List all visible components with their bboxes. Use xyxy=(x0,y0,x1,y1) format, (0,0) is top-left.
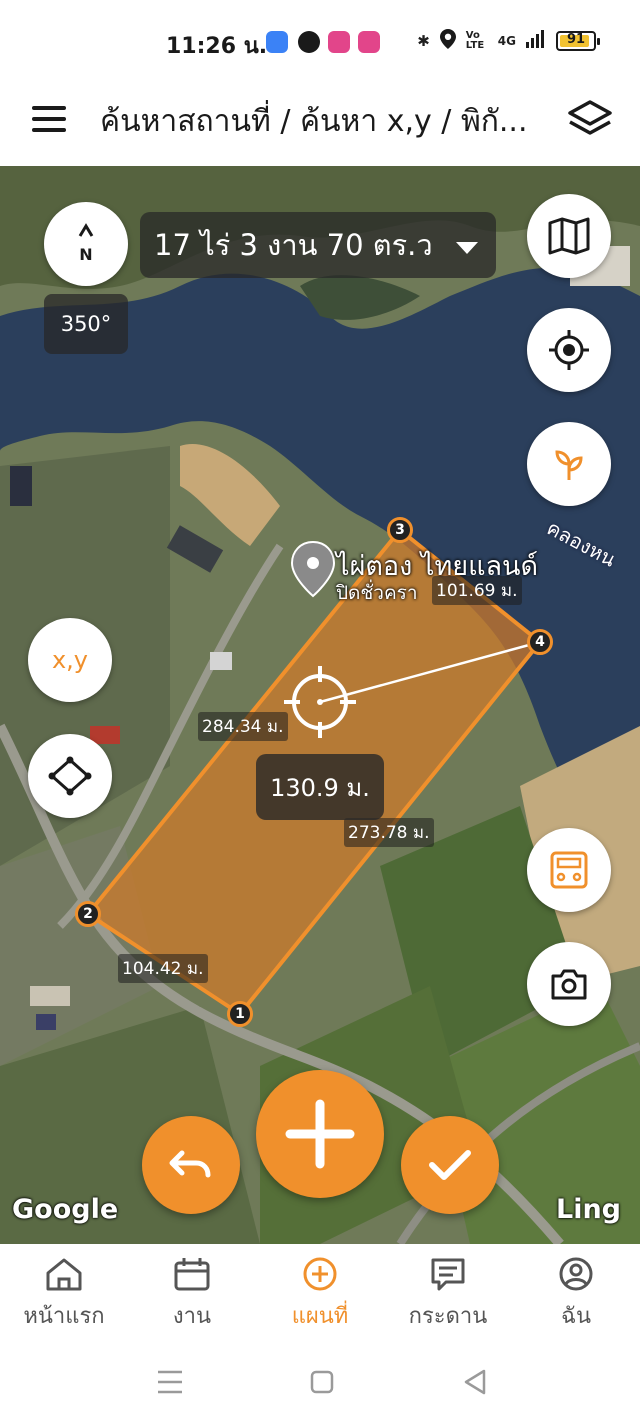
camera-button[interactable] xyxy=(527,942,611,1026)
layers-icon[interactable] xyxy=(566,98,614,142)
area-summary-dropdown[interactable]: 17 ไร่ 3 งาน 70 ตร.ว xyxy=(140,212,496,278)
bearing-badge: 350° xyxy=(44,294,128,354)
signal-icon xyxy=(526,30,546,52)
plus-circle-icon xyxy=(303,1257,337,1291)
nav-board-label: กระดาน xyxy=(408,1304,488,1329)
profile-icon xyxy=(559,1257,593,1291)
map-type-button[interactable] xyxy=(527,194,611,278)
nav-profile-label: ฉัน xyxy=(560,1304,592,1329)
undo-button[interactable] xyxy=(142,1116,240,1214)
notification-app-icon xyxy=(328,31,350,53)
search-bar[interactable]: ค้นหาสถานที่ / ค้นหา x,y / พิกั... xyxy=(100,98,550,145)
plant-icon xyxy=(555,450,583,480)
system-navigation-bar xyxy=(0,1344,640,1421)
battery-percent: 91 xyxy=(566,32,586,47)
status-time: 11:26 น. xyxy=(166,34,268,59)
xy-coordinate-button[interactable]: x,y xyxy=(28,618,112,702)
notification-app-icon xyxy=(266,31,288,53)
satellite-map[interactable]: N 17 ไร่ 3 งาน 70 ตร.ว 350° คลองหน ไผ่ตอ… xyxy=(0,166,640,1244)
measured-distance-badge: 130.9 ม. xyxy=(256,754,384,820)
location-icon xyxy=(439,29,456,53)
volte-indicator: Vo LTE xyxy=(465,30,485,51)
checkmark-icon xyxy=(429,1150,471,1180)
compass-icon: N xyxy=(78,223,94,264)
my-location-button[interactable] xyxy=(527,308,611,392)
edge-length-label: 104.42 ม. xyxy=(118,954,208,983)
notification-app-icon xyxy=(358,31,380,53)
bluetooth-icon: ✱ xyxy=(417,32,430,50)
nav-map[interactable]: แผนที่ xyxy=(256,1256,384,1333)
edge-length-label: 284.34 ม. xyxy=(198,712,288,741)
battery-icon: 91 xyxy=(556,31,600,51)
camera-icon xyxy=(551,969,587,1000)
vertex-marker-2[interactable]: 2 xyxy=(75,901,101,927)
back-icon[interactable] xyxy=(464,1369,486,1395)
calculator-button[interactable] xyxy=(527,828,611,912)
nav-jobs[interactable]: งาน xyxy=(128,1256,256,1333)
area-summary-text: 17 ไร่ 3 งาน 70 ตร.ว xyxy=(154,228,433,262)
home-icon xyxy=(46,1258,82,1291)
home-system-icon[interactable] xyxy=(310,1370,334,1394)
calculator-icon xyxy=(550,851,588,889)
plus-icon xyxy=(285,1099,355,1169)
recents-icon[interactable] xyxy=(158,1370,182,1394)
polygon-tool-button[interactable] xyxy=(28,734,112,818)
gps-target-icon xyxy=(549,330,589,370)
nav-home-label: หน้าแรก xyxy=(23,1304,105,1329)
edge-length-label: 101.69 ม. xyxy=(432,576,522,605)
vertex-marker-3[interactable]: 3 xyxy=(387,517,413,543)
map-icon xyxy=(548,217,590,255)
compass-button[interactable]: N xyxy=(44,202,128,286)
polygon-icon xyxy=(48,756,92,796)
nav-home[interactable]: หน้าแรก xyxy=(0,1256,128,1333)
nav-map-label: แผนที่ xyxy=(291,1304,349,1329)
undo-icon xyxy=(169,1150,211,1178)
calendar-icon xyxy=(174,1258,210,1291)
nav-board[interactable]: กระดาน xyxy=(384,1256,512,1333)
edge-length-label: 273.78 ม. xyxy=(344,818,434,847)
poi-status: ปิดชั่วครา xyxy=(336,582,418,604)
vertex-marker-1[interactable]: 1 xyxy=(227,1001,253,1027)
bottom-navigation: หน้าแรก งาน แผนที่ กระดาน ฉัน xyxy=(0,1244,640,1344)
status-indicators: ✱ Vo LTE 4G 91 xyxy=(417,29,600,53)
network-type: 4G xyxy=(497,34,516,48)
crop-button[interactable] xyxy=(527,422,611,506)
status-bar: 11:26 น. ✱ Vo LTE 4G 91 xyxy=(0,0,640,82)
board-icon xyxy=(431,1258,465,1291)
add-point-button[interactable] xyxy=(256,1070,384,1198)
svg-text:N: N xyxy=(79,245,92,264)
app-bar: ค้นหาสถานที่ / ค้นหา x,y / พิกั... xyxy=(0,82,640,166)
vertex-marker-4[interactable]: 4 xyxy=(527,629,553,655)
nav-jobs-label: งาน xyxy=(172,1304,212,1329)
hamburger-menu-icon[interactable] xyxy=(32,106,66,132)
confirm-button[interactable] xyxy=(401,1116,499,1214)
line-app-icon xyxy=(298,31,320,53)
xy-label: x,y xyxy=(51,646,89,674)
google-logo: Google xyxy=(12,1194,119,1225)
nav-profile[interactable]: ฉัน xyxy=(512,1256,640,1333)
provider-logo: Ling xyxy=(556,1194,622,1225)
chevron-down-icon xyxy=(456,242,478,254)
